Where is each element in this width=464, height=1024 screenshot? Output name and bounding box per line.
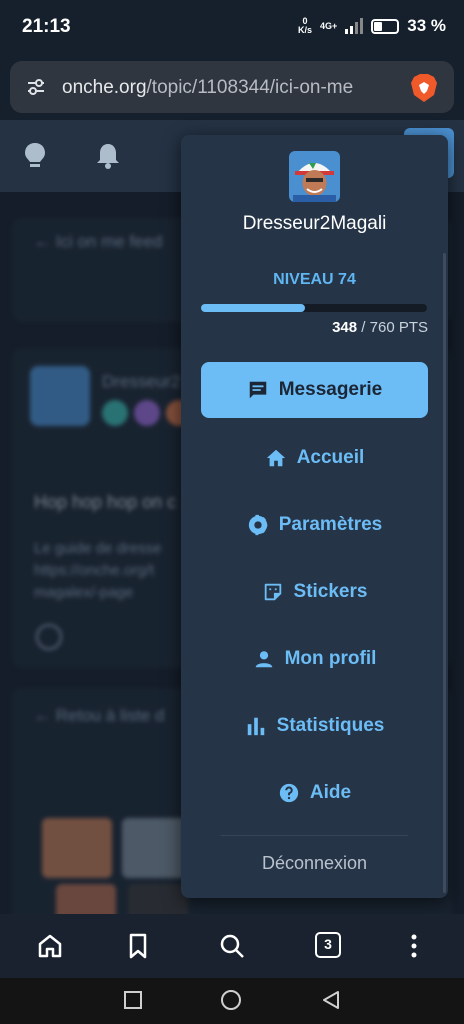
tab-count-button[interactable]: 3 [315, 932, 341, 958]
search-icon[interactable] [218, 932, 246, 960]
post-title: Hop hop hop on c [34, 492, 177, 512]
more-menu-icon[interactable] [400, 932, 428, 960]
breadcrumb[interactable]: ← Ici on me feed [34, 232, 163, 252]
menu-divider [221, 835, 408, 836]
url-text[interactable]: onche.org/topic/1108344/ici-on-me [62, 77, 410, 99]
back-link[interactable]: ← Retou à liste d [34, 706, 164, 726]
post-body-line: https://onche.org/t [34, 562, 155, 579]
badge-icon [134, 400, 160, 426]
network-type: 4G+ [319, 21, 338, 31]
status-icons: 0 K/s 4G+ 33 % [298, 16, 446, 36]
username[interactable]: Dresseur2Magali [181, 213, 448, 235]
level-progress-fill [201, 304, 305, 312]
level-label: NIVEAU 74 [273, 271, 356, 288]
browser-toolbar: onche.org/topic/1108344/ici-on-me [0, 56, 464, 120]
person-icon [255, 651, 272, 668]
bar-chart-icon [247, 717, 264, 736]
browser-bottom-nav: 3 [0, 914, 464, 978]
sticker-thumb[interactable] [56, 884, 116, 914]
brave-icon[interactable] [410, 73, 438, 103]
menu-item-parametres[interactable]: Paramètres [201, 497, 428, 553]
post-body-line: Le guide de dresse [34, 540, 162, 557]
user-dropdown-menu: Dresseur2Magali NIVEAU 74 348 / 760 PTS … [181, 135, 448, 898]
menu-item-aide[interactable]: Aide [201, 765, 428, 821]
gear-icon [248, 514, 267, 536]
post-author[interactable]: Dresseur2 [102, 372, 180, 392]
emoji-icon[interactable] [36, 624, 62, 650]
level-progress-bar [201, 304, 427, 312]
bookmark-icon[interactable] [124, 932, 152, 960]
menu-item-stickers[interactable]: Stickers [201, 564, 428, 620]
sticker-thumb[interactable] [128, 884, 188, 914]
battery-icon [371, 18, 400, 34]
message-icon [249, 381, 266, 399]
status-time: 21:13 [22, 16, 71, 37]
battery-percent: 33 % [407, 16, 446, 35]
lightbulb-icon[interactable] [24, 142, 46, 170]
dropdown-avatar[interactable] [289, 151, 340, 202]
sticker-icon [264, 583, 281, 601]
menu-scrollbar[interactable] [443, 253, 446, 893]
menu-item-accueil[interactable]: Accueil [201, 430, 428, 486]
sticker-thumb[interactable] [42, 818, 112, 878]
badge-icon [102, 400, 128, 426]
help-icon [279, 783, 299, 803]
home-icon [266, 449, 285, 467]
level-points: 348 / 760 PTS [332, 319, 428, 336]
system-nav-bar [0, 978, 464, 1024]
post-body-line: magalex/-page [34, 584, 134, 601]
net-speed: 0 K/s [297, 16, 312, 35]
logout-link[interactable]: Déconnexion [181, 853, 448, 874]
home-circle-icon[interactable] [220, 989, 242, 1011]
back-icon[interactable] [320, 989, 342, 1011]
recents-icon[interactable] [123, 990, 143, 1010]
menu-item-mon-profil[interactable]: Mon profil [201, 631, 428, 687]
post-avatar[interactable] [30, 366, 90, 426]
signal-icon [345, 18, 364, 34]
site-settings-icon[interactable] [26, 77, 46, 97]
menu-item-statistiques[interactable]: Statistiques [201, 698, 428, 754]
menu-item-messagerie[interactable]: Messagerie [201, 362, 428, 418]
home-icon[interactable] [36, 932, 64, 960]
bell-icon[interactable] [96, 142, 120, 170]
status-bar: 21:13 0 K/s 4G+ 33 % [0, 0, 464, 56]
address-bar[interactable]: onche.org/topic/1108344/ici-on-me [10, 61, 454, 113]
